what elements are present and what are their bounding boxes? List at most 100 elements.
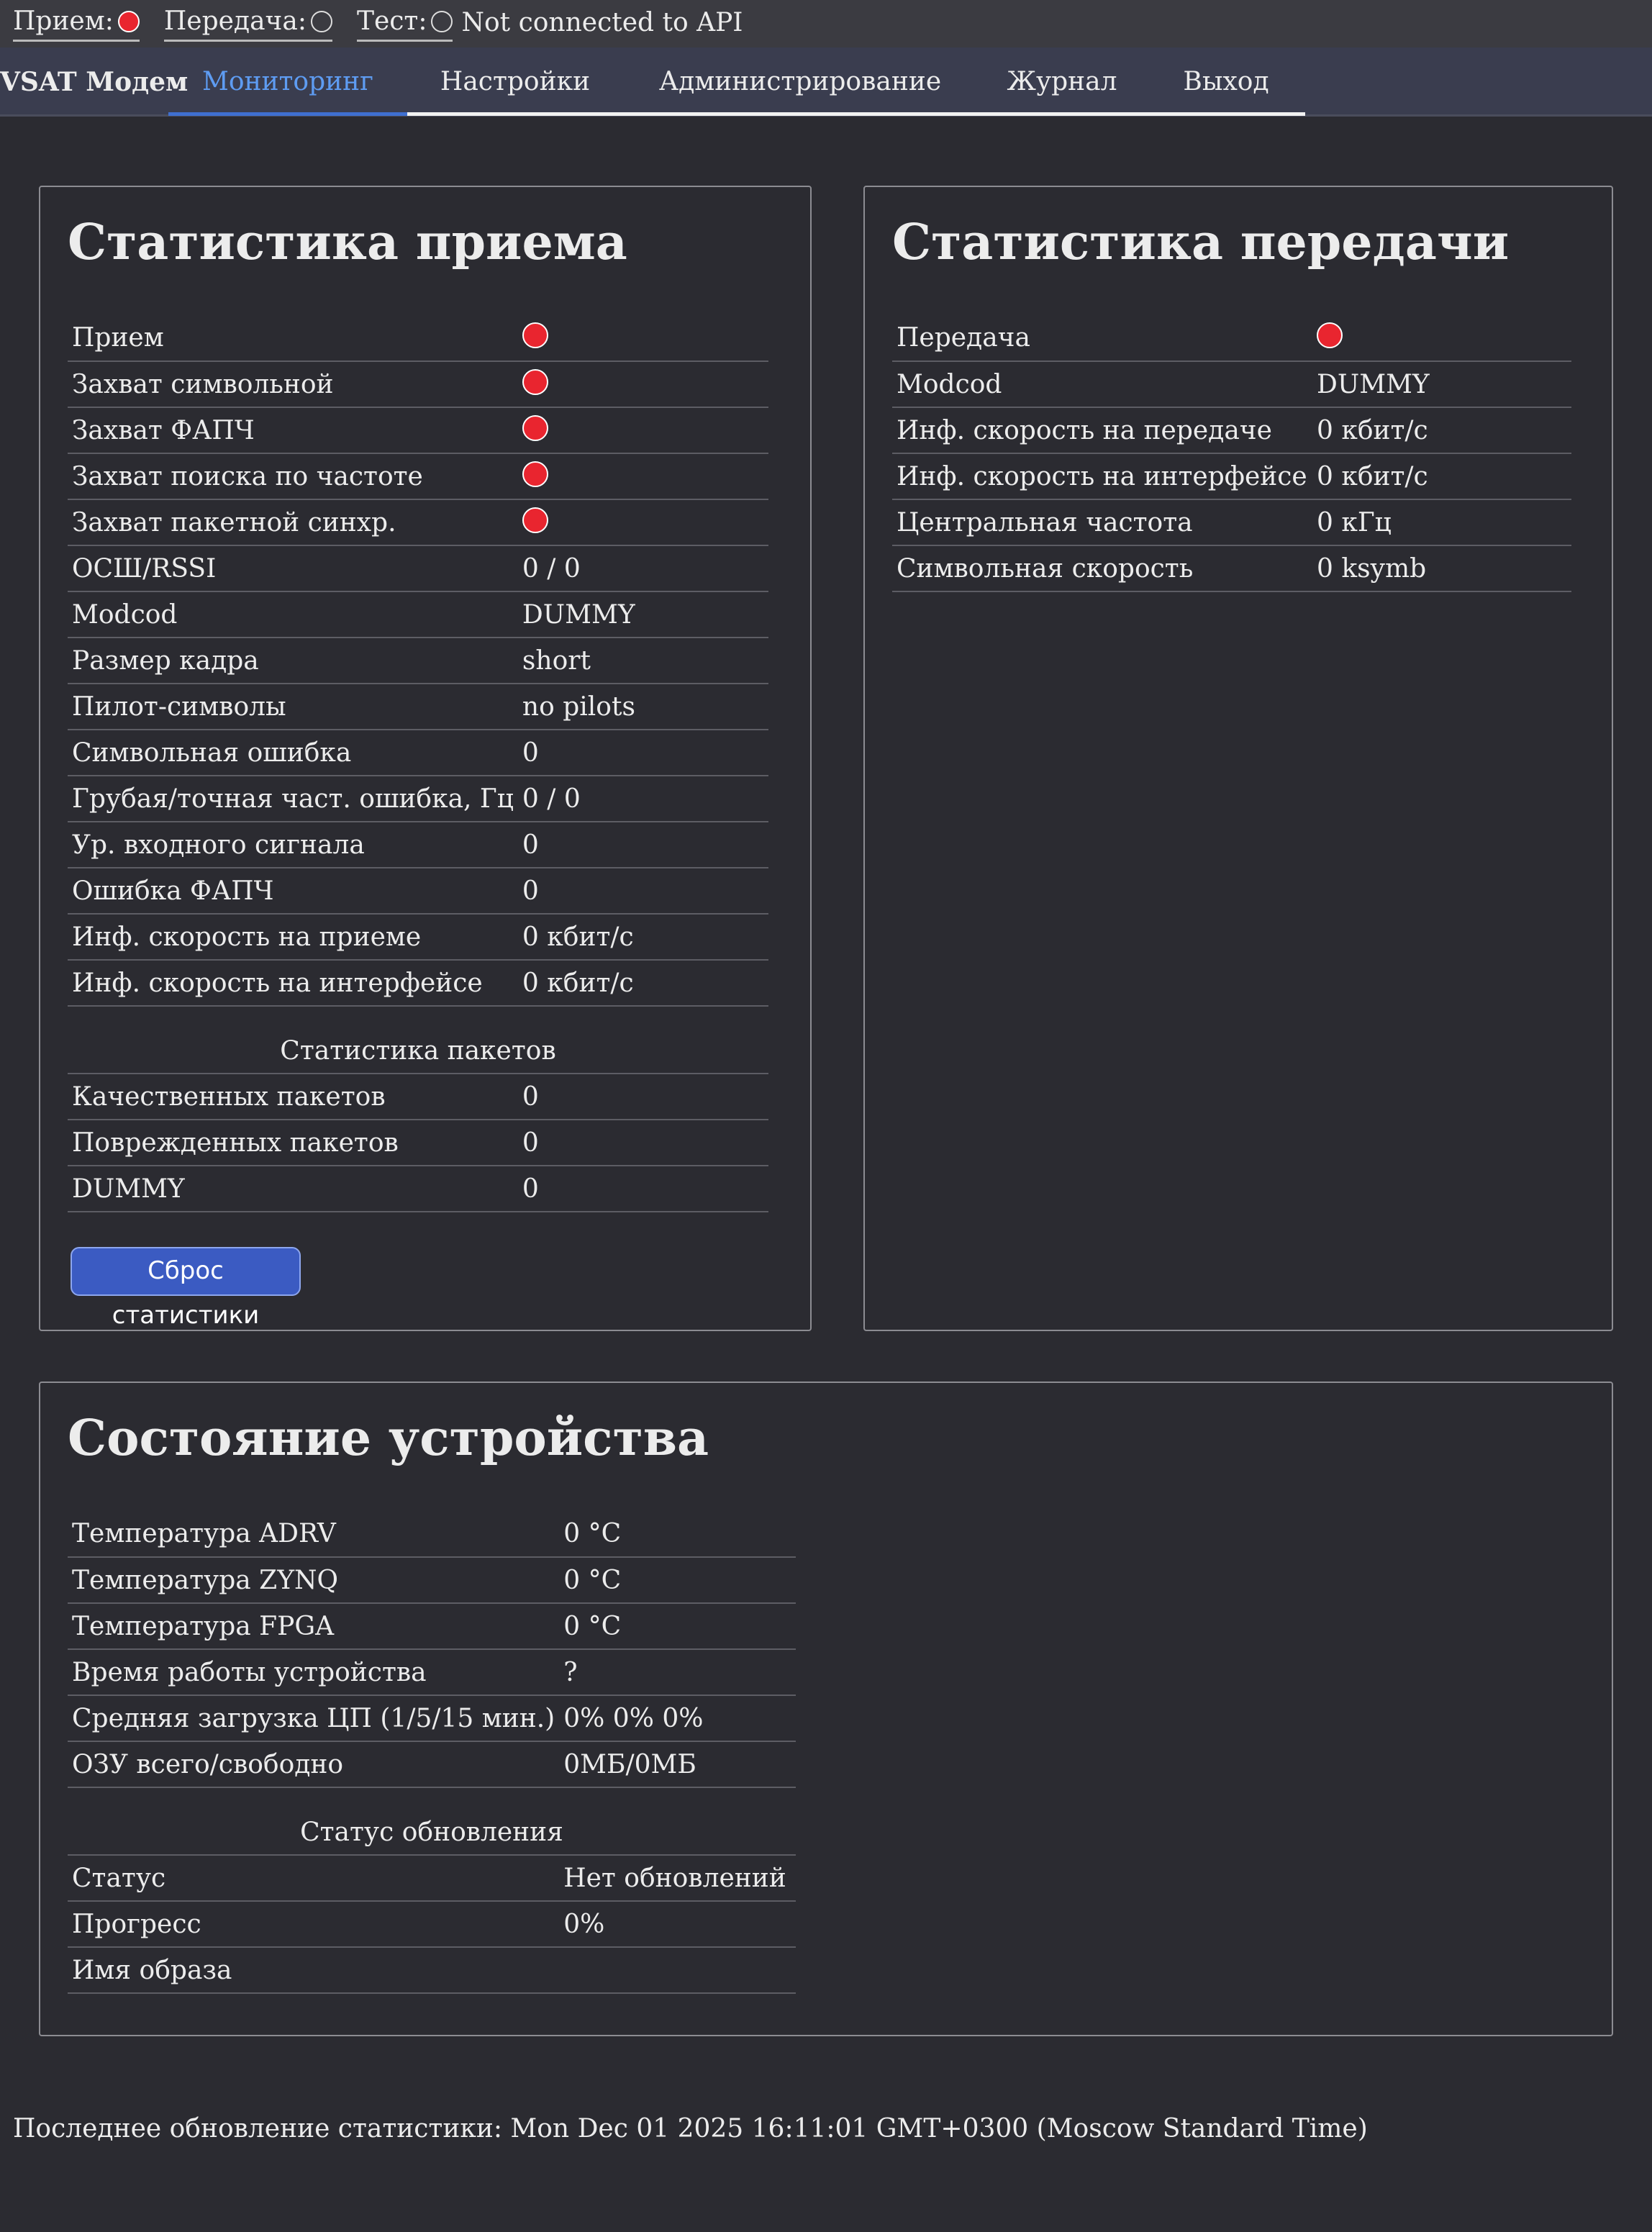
device-state-table: Температура ADRV 0 °C Температура ZYNQ 0 °C… bbox=[68, 1511, 796, 1994]
table-row: Захват поиска по частоте bbox=[68, 453, 768, 500]
row-label: Захват пакетной синхр. bbox=[68, 499, 518, 546]
table-row: Прогресс 0% bbox=[68, 1901, 796, 1948]
row-label: Средняя загрузка ЦП (1/5/15 мин.) bbox=[68, 1695, 560, 1742]
row-label: Инф. скорость на передаче bbox=[892, 407, 1312, 454]
row-label: Ур. входного сигнала bbox=[68, 822, 518, 868]
tx-stats-title: Статистика передачи bbox=[892, 214, 1510, 271]
row-label: Ошибка ФАПЧ bbox=[68, 868, 518, 915]
tx-status-label: Передача: bbox=[163, 6, 307, 36]
row-label: ОЗУ всего/свободно bbox=[68, 1741, 560, 1788]
row-label: Имя образа bbox=[68, 1947, 560, 1994]
rx-indicator-icon bbox=[117, 11, 140, 32]
rx-status[interactable]: Прием: bbox=[13, 6, 140, 42]
tab-administration[interactable]: Администрирование bbox=[623, 47, 977, 117]
table-row: Символьная ошибка 0 bbox=[68, 730, 768, 776]
row-label: Modcod bbox=[892, 361, 1312, 408]
row-label: Температура ZYNQ bbox=[68, 1557, 560, 1604]
update-status-header: Статус обновления bbox=[68, 1787, 796, 1856]
row-value: 0% bbox=[559, 1901, 796, 1948]
table-row: Центральная частота 0 кГц bbox=[892, 499, 1571, 546]
row-indicator bbox=[1312, 315, 1571, 362]
row-value: ? bbox=[559, 1649, 796, 1696]
tx-stats-table: Передача Modcod DUMMY Инф. скорость на пере… bbox=[892, 315, 1571, 592]
row-value: 0 / 0 bbox=[517, 776, 768, 822]
table-row: Средняя загрузка ЦП (1/5/15 мин.) 0% 0% 0… bbox=[68, 1695, 796, 1742]
row-label: Время работы устройства bbox=[68, 1649, 560, 1696]
tx-status[interactable]: Передача: bbox=[163, 6, 332, 42]
row-indicator bbox=[517, 499, 768, 546]
table-row: Инф. скорость на передаче 0 кбит/с bbox=[892, 407, 1571, 454]
row-value: 0 °C bbox=[559, 1511, 796, 1558]
row-label: Захват ФАПЧ bbox=[68, 407, 518, 454]
table-row: Захват символьной bbox=[68, 361, 768, 408]
tab-log[interactable]: Журнал bbox=[977, 47, 1147, 117]
table-row: ОЗУ всего/свободно 0МБ/0МБ bbox=[68, 1741, 796, 1788]
active-tab-indicator bbox=[168, 112, 407, 116]
row-label: Прием bbox=[68, 315, 518, 362]
table-row: Ошибка ФАПЧ 0 bbox=[68, 868, 768, 915]
red-status-icon bbox=[522, 507, 548, 533]
row-indicator bbox=[517, 315, 768, 362]
row-label: Захват символьной bbox=[68, 361, 518, 408]
row-value: 0 bbox=[517, 822, 768, 868]
tab-settings[interactable]: Настройки bbox=[407, 47, 623, 117]
row-value: 0 °C bbox=[559, 1557, 796, 1604]
table-row: Modcod DUMMY bbox=[892, 361, 1571, 408]
tx-stats-card: Статистика передачи Передача Modcod DUMMY И… bbox=[863, 186, 1613, 1331]
table-row: Качественных пакетов 0 bbox=[68, 1074, 768, 1120]
row-label: Размер кадра bbox=[68, 638, 518, 684]
row-value: DUMMY bbox=[517, 591, 768, 638]
update-status-header-label: Статус обновления bbox=[68, 1787, 796, 1856]
table-row: Имя образа bbox=[68, 1947, 796, 1994]
row-value: 0МБ/0МБ bbox=[559, 1741, 796, 1788]
tab-monitoring[interactable]: Мониторинг bbox=[168, 47, 407, 117]
reset-stats-button[interactable]: Сброс статистики bbox=[71, 1247, 301, 1330]
test-status-label: Тест: bbox=[356, 6, 427, 36]
row-label: Инф. скорость на приеме bbox=[68, 914, 518, 961]
row-value: 0 кбит/с bbox=[1312, 453, 1571, 500]
row-label: Прогресс bbox=[68, 1901, 560, 1948]
table-row: Статус Нет обновлений bbox=[68, 1855, 796, 1902]
row-label: Передача bbox=[892, 315, 1312, 362]
row-value: 0 кГц bbox=[1312, 499, 1571, 546]
red-status-icon bbox=[522, 368, 548, 395]
row-value: 0 кбит/с bbox=[1312, 407, 1571, 454]
red-status-icon bbox=[522, 414, 548, 441]
row-value: 0 bbox=[517, 730, 768, 776]
row-label: Качественных пакетов bbox=[68, 1074, 518, 1120]
row-label: Символьная скорость bbox=[892, 545, 1312, 592]
row-label: Статус bbox=[68, 1855, 560, 1902]
row-label: Температура FPGA bbox=[68, 1603, 560, 1650]
row-value: 0 bbox=[517, 1074, 768, 1120]
test-indicator-icon bbox=[431, 11, 453, 32]
row-indicator bbox=[517, 407, 768, 454]
table-row: Время работы устройства? bbox=[68, 1649, 796, 1696]
last-update-text: Последнее обновление статистики: Mon Dec… bbox=[13, 2114, 1368, 2143]
rx-stats-title: Статистика приема bbox=[68, 214, 627, 271]
red-status-icon bbox=[1317, 322, 1343, 348]
table-row: Передача bbox=[892, 315, 1571, 362]
row-value bbox=[559, 1947, 796, 1994]
test-status[interactable]: Тест: bbox=[356, 6, 453, 42]
table-row: ОСШ/RSSI 0 / 0 bbox=[68, 545, 768, 592]
table-row: Размер кадра short bbox=[68, 638, 768, 684]
row-value: 0 ksymb bbox=[1312, 545, 1571, 592]
row-value: 0 / 0 bbox=[517, 545, 768, 592]
table-row: Температура ADRV 0 °C bbox=[68, 1511, 796, 1558]
row-value: 0 кбит/с bbox=[517, 914, 768, 961]
api-status: Not connected to API bbox=[461, 7, 743, 41]
row-value: Нет обновлений bbox=[559, 1855, 796, 1902]
rx-status-label: Прием: bbox=[13, 6, 114, 36]
table-row: Прием bbox=[68, 315, 768, 362]
rx-stats-card: Статистика приема Прием Захват символьной… bbox=[39, 186, 812, 1331]
row-indicator bbox=[517, 361, 768, 408]
row-value: short bbox=[517, 638, 768, 684]
tab-logout[interactable]: Выход bbox=[1147, 47, 1305, 117]
table-row: Захват ФАПЧ bbox=[68, 407, 768, 454]
table-row: DUMMY 0 bbox=[68, 1166, 768, 1212]
table-row: Инф. скорость на интерфейсе 0 кбит/с bbox=[68, 960, 768, 1007]
tab-underline bbox=[407, 112, 1305, 116]
status-bar: Прием: Передача: Тест: Not connected to … bbox=[0, 0, 1652, 47]
row-label: Поврежденных пакетов bbox=[68, 1120, 518, 1166]
row-label: Символьная ошибка bbox=[68, 730, 518, 776]
